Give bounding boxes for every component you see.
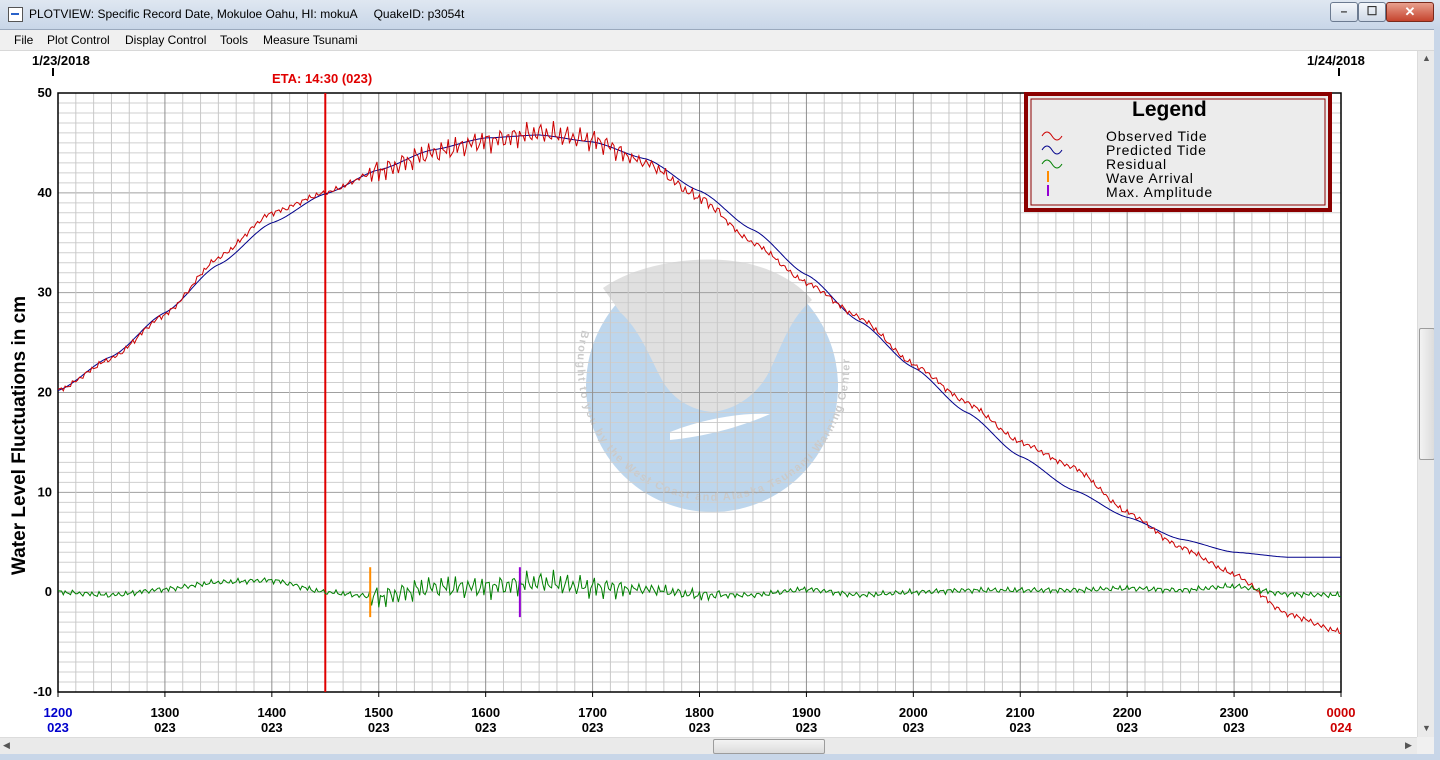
legend-item-label: Max. Amplitude xyxy=(1106,184,1213,200)
x-tick-day-label: 023 xyxy=(1116,720,1138,735)
y-axis-ticks: -10 0 10 20 30 40 50 xyxy=(33,85,52,699)
date-left-label: 1/23/2018 xyxy=(32,53,90,68)
vertical-scroll-thumb[interactable] xyxy=(1419,328,1435,460)
x-tick-time-label: 1700 xyxy=(578,705,607,720)
y-tick-label: 20 xyxy=(38,385,52,400)
x-tick-day-label: 024 xyxy=(1330,720,1352,735)
x-tick-day-label: 023 xyxy=(796,720,818,735)
scroll-right-icon[interactable]: ▶ xyxy=(1405,740,1412,751)
scroll-down-icon[interactable]: ▼ xyxy=(1418,723,1435,733)
x-tick-day-label: 023 xyxy=(368,720,390,735)
y-tick-label: 10 xyxy=(38,484,52,499)
y-tick-label: -10 xyxy=(33,684,52,699)
x-tick-day-label: 023 xyxy=(689,720,711,735)
scrollbar-corner xyxy=(1417,737,1434,754)
y-tick-label: 0 xyxy=(45,584,52,599)
x-axis-ticks: 1200023130002314000231500023160002317000… xyxy=(44,692,1356,735)
x-tick-time-label: 1600 xyxy=(471,705,500,720)
x-tick-day-label: 023 xyxy=(582,720,604,735)
x-tick-time-label: 1800 xyxy=(685,705,714,720)
x-tick-day-label: 023 xyxy=(261,720,283,735)
x-tick-day-label: 023 xyxy=(154,720,176,735)
x-tick-time-label: 1900 xyxy=(792,705,821,720)
noaa-watermark: Brought to you by the West Coast and Ala… xyxy=(574,259,851,512)
x-tick-time-label: 2300 xyxy=(1220,705,1249,720)
x-tick-time-label: 1300 xyxy=(150,705,179,720)
x-tick-time-label: 1200 xyxy=(44,705,73,720)
legend: Legend Observed TidePredicted TideResidu… xyxy=(1024,92,1332,212)
tide-plot[interactable]: 1/23/2018 1/24/2018 ETA: 14:30 (023) Bro… xyxy=(0,0,1417,737)
x-tick-time-label: 2100 xyxy=(1006,705,1035,720)
x-tick-day-label: 023 xyxy=(1009,720,1031,735)
y-axis-label: Water Level Fluctuations in cm xyxy=(9,296,30,575)
horizontal-scrollbar[interactable]: ◀ ▶ xyxy=(0,737,1417,755)
window-frame-bottom xyxy=(0,754,1440,760)
x-tick-day-label: 023 xyxy=(902,720,924,735)
y-tick-label: 30 xyxy=(38,285,52,300)
horizontal-scroll-thumb[interactable] xyxy=(713,739,825,754)
x-tick-time-label: 1500 xyxy=(364,705,393,720)
x-tick-time-label: 1400 xyxy=(257,705,286,720)
scroll-left-icon[interactable]: ◀ xyxy=(3,740,10,751)
date-right-label: 1/24/2018 xyxy=(1307,53,1365,68)
legend-title: Legend xyxy=(1132,98,1207,121)
x-tick-time-label: 2200 xyxy=(1113,705,1142,720)
scroll-up-icon[interactable]: ▲ xyxy=(1418,53,1435,63)
x-tick-day-label: 023 xyxy=(475,720,497,735)
eta-label: ETA: 14:30 (023) xyxy=(272,71,372,86)
x-tick-time-label: 2000 xyxy=(899,705,928,720)
x-tick-day-label: 023 xyxy=(1223,720,1245,735)
vertical-scrollbar[interactable]: ▲ ▼ xyxy=(1417,51,1435,737)
x-tick-time-label: 0000 xyxy=(1327,705,1356,720)
y-tick-label: 50 xyxy=(38,85,52,100)
window-frame-right xyxy=(1434,29,1440,760)
x-tick-day-label: 023 xyxy=(47,720,69,735)
y-tick-label: 40 xyxy=(38,185,52,200)
